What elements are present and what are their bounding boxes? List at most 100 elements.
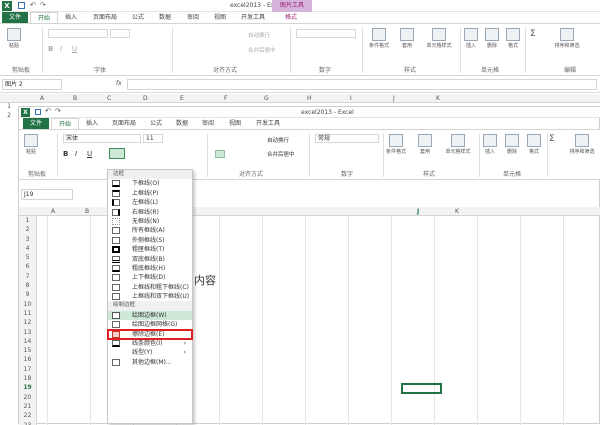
menu-item-top-bottom-border[interactable]: 上下框线(D): [108, 273, 192, 282]
inner-tab-developer[interactable]: 开发工具: [249, 118, 287, 129]
outer-italic-icon[interactable]: I: [60, 45, 62, 53]
tab-developer[interactable]: 开发工具: [234, 12, 272, 23]
outer-formula-input[interactable]: [127, 79, 597, 90]
inner-delete-cells-button[interactable]: 删除: [503, 134, 521, 155]
menu-item-draw-border-grid[interactable]: 绘图边框网格(G): [108, 320, 192, 329]
outer-delete-cells-button[interactable]: 删除: [483, 28, 501, 49]
thick-box-border-icon: [112, 246, 120, 254]
menu-item-bottom-border[interactable]: 下框线(O): [108, 179, 192, 188]
menu-item-more-borders[interactable]: 其他边框(M)...: [108, 358, 192, 367]
inner-border-button[interactable]: [109, 148, 125, 159]
outer-sort-filter-button[interactable]: 排序和筛选: [550, 28, 584, 49]
inner-tab-formulas[interactable]: 公式: [143, 118, 169, 129]
selected-cell-j19[interactable]: [401, 383, 442, 394]
outer-table-format-button[interactable]: 套用: [395, 28, 419, 49]
menu-item-all-borders[interactable]: 所有框线(A): [108, 226, 192, 235]
outer-group-editing: 编辑: [563, 67, 576, 74]
inner-undo-icon[interactable]: ↶: [45, 107, 51, 115]
inner-tab-review[interactable]: 审阅: [195, 118, 221, 129]
inner-tab-insert[interactable]: 插入: [79, 118, 105, 129]
inner-format-cells-button[interactable]: 格式: [525, 134, 543, 155]
inner-redo-icon[interactable]: ↷: [55, 107, 61, 115]
inner-merge-button[interactable]: 合并后居中: [267, 150, 295, 158]
undo-icon[interactable]: ↶: [30, 1, 36, 9]
right-border-icon: [112, 208, 120, 216]
outer-group-cells: 单元格: [480, 67, 499, 74]
outer-group-clipboard: 剪贴板: [11, 67, 30, 74]
outer-fx-icon[interactable]: fx: [116, 80, 122, 87]
menu-item-left-border[interactable]: 左框线(L): [108, 198, 192, 207]
embedded-excel-screenshot[interactable]: X ↶ ↷ excel2013 - Excel 文件 开始 插入 页面布局 公式…: [18, 106, 600, 425]
outer-underline-icon[interactable]: U: [72, 45, 77, 53]
tab-data[interactable]: 数据: [152, 12, 178, 23]
inner-namebox[interactable]: J19: [21, 189, 73, 200]
inner-italic-icon[interactable]: I: [75, 150, 77, 158]
menu-item-top-thick-bottom-border[interactable]: 上框线和粗下框线(C): [108, 283, 192, 292]
outer-column-headers: A B C D E F G H I J K: [0, 94, 600, 103]
outer-font-box[interactable]: [48, 29, 108, 38]
tab-format[interactable]: 格式: [278, 12, 304, 23]
menu-item-thick-box-border[interactable]: 粗匣框线(T): [108, 245, 192, 254]
inner-tab-home[interactable]: 开始: [51, 118, 80, 129]
save-icon[interactable]: [18, 2, 25, 9]
outer-wrap-text-button[interactable]: 自动换行: [248, 31, 270, 39]
double-bottom-border-icon: [112, 255, 120, 263]
menu-item-outside-borders[interactable]: 外侧框线(S): [108, 236, 192, 245]
outer-merge-button[interactable]: 合并后居中: [248, 46, 276, 54]
tab-formulas[interactable]: 公式: [125, 12, 151, 23]
top-double-bottom-border-icon: [112, 293, 120, 301]
inner-group-styles: 样式: [422, 171, 435, 178]
inner-tab-file[interactable]: 文件: [23, 118, 50, 129]
outer-bold-icon[interactable]: B: [48, 45, 53, 53]
outer-group-number: 数字: [318, 67, 331, 74]
outer-size-box[interactable]: [110, 29, 130, 38]
tab-view[interactable]: 视图: [207, 12, 233, 23]
tab-page-layout[interactable]: 页面布局: [86, 12, 124, 23]
outer-conditional-format-button[interactable]: 条件格式: [366, 28, 392, 49]
submenu-arrow-icon: ›: [183, 340, 186, 348]
menu-item-right-border[interactable]: 右框线(R): [108, 208, 192, 217]
tab-insert[interactable]: 插入: [58, 12, 84, 23]
outer-insert-cells-button[interactable]: 插入: [462, 28, 480, 49]
outer-title-bar: X ↶ ↷ excel2013 - Excel 图片工具: [0, 0, 600, 12]
menu-item-top-border[interactable]: 上框线(P): [108, 189, 192, 198]
inner-insert-cells-button[interactable]: 插入: [481, 134, 499, 155]
inner-sort-filter-button[interactable]: 排序和筛选: [564, 134, 600, 155]
inner-font-name-box[interactable]: 宋体: [63, 134, 141, 143]
inner-font-size-box[interactable]: 11: [143, 134, 163, 143]
outer-cell-style-button[interactable]: 单元格样式: [422, 28, 456, 49]
inner-table-format-button[interactable]: 套用: [413, 134, 437, 155]
inner-tab-page-layout[interactable]: 页面布局: [105, 118, 143, 129]
menu-item-line-color[interactable]: 线条颜色(I) ›: [108, 339, 192, 348]
inner-bold-icon[interactable]: B: [63, 150, 68, 158]
inner-tab-view[interactable]: 视图: [222, 118, 248, 129]
outer-format-cells-button[interactable]: 格式: [504, 28, 522, 49]
menu-item-draw-border[interactable]: 绘图边框(W): [108, 310, 192, 321]
outer-autosum-icon[interactable]: Σ: [530, 29, 536, 39]
inner-tab-bar: 文件 开始 插入 页面布局 公式 数据 审阅 视图 开发工具: [19, 118, 600, 130]
redo-icon[interactable]: ↷: [40, 1, 46, 9]
inner-tab-data[interactable]: 数据: [169, 118, 195, 129]
inner-paste-button[interactable]: 粘贴: [21, 134, 41, 155]
inner-autosum-icon[interactable]: Σ: [549, 134, 555, 144]
inner-conditional-format-button[interactable]: 条件格式: [383, 134, 409, 155]
menu-item-no-border[interactable]: 无框线(N): [108, 217, 192, 226]
menu-item-double-bottom-border[interactable]: 双底框线(B): [108, 255, 192, 264]
menu-item-line-style[interactable]: 线型(Y) ›: [108, 348, 192, 357]
outer-number-format-box[interactable]: [296, 29, 356, 38]
inner-wrap-text-button[interactable]: 自动换行: [267, 136, 289, 144]
menu-item-thick-bottom-border[interactable]: 粗底框线(H): [108, 264, 192, 273]
outer-namebox[interactable]: 图片 2: [2, 79, 62, 90]
outer-paste-button[interactable]: 粘贴: [3, 28, 25, 49]
inner-underline-icon[interactable]: U: [87, 150, 92, 158]
inner-align-center-icon[interactable]: [215, 150, 225, 158]
tab-file[interactable]: 文件: [2, 12, 29, 23]
thick-bottom-border-icon: [112, 264, 120, 272]
menu-item-top-double-bottom-border[interactable]: 上框线和双下框线(U): [108, 292, 192, 301]
tab-review[interactable]: 审阅: [180, 12, 206, 23]
inner-number-format-box[interactable]: 常规: [315, 134, 379, 143]
menu-item-erase-border[interactable]: 擦除边框(E): [107, 328, 193, 341]
inner-save-icon[interactable]: [35, 109, 41, 115]
inner-cell-style-button[interactable]: 单元格样式: [441, 134, 475, 155]
tab-home[interactable]: 开始: [30, 12, 59, 23]
